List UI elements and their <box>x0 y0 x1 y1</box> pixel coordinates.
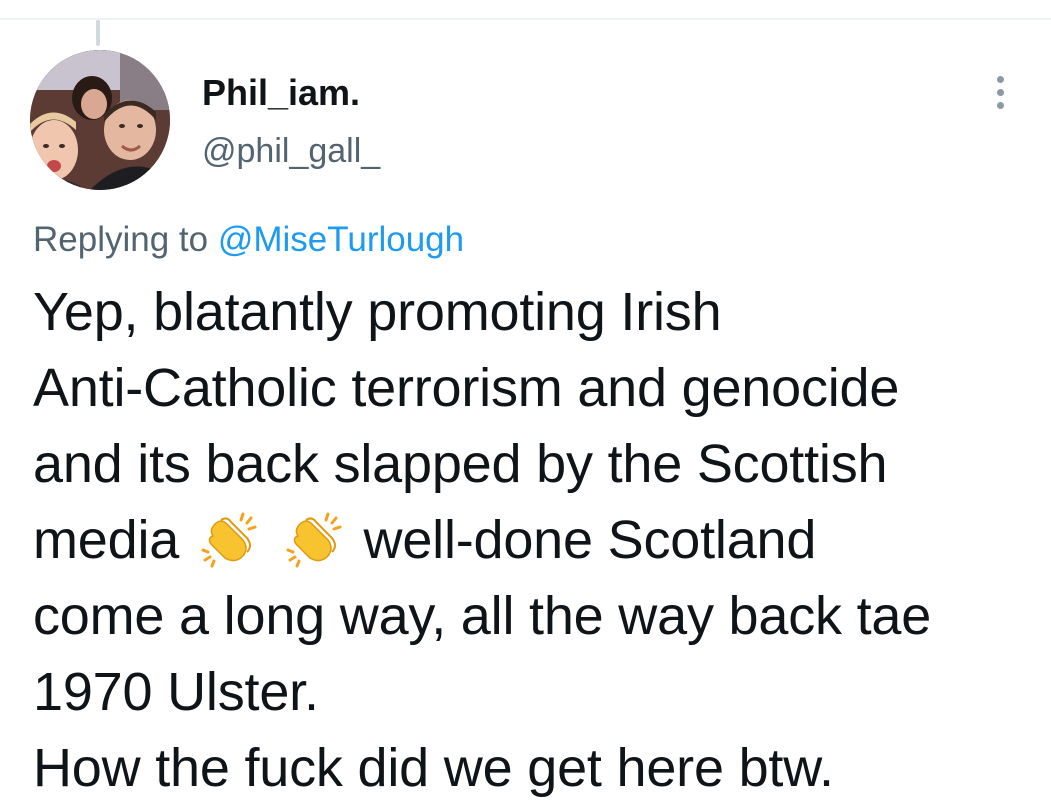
tweet-text-line: Anti-Catholic terrorism and genocide <box>33 358 900 418</box>
top-divider <box>0 18 1051 20</box>
more-vertical-icon <box>996 101 1004 109</box>
profile-photo-icon <box>30 50 170 190</box>
more-vertical-icon <box>996 75 1004 83</box>
tweet-page: Phil_iam. @phil_gall_ Replying to @MiseT… <box>0 0 1051 800</box>
tweet-text-line: and its back slapped by the Scottish <box>33 434 888 494</box>
tweet-text: Yep, blatantly promoting Irish Anti-Cath… <box>33 274 1033 800</box>
clapping-hands-icon <box>282 510 346 568</box>
replying-to: Replying to @MiseTurlough <box>33 220 464 260</box>
thread-connector-line <box>96 20 100 46</box>
replying-to-label: Replying to <box>33 220 209 259</box>
reply-handle-link[interactable]: @MiseTurlough <box>218 220 464 259</box>
tweet-text-line: media well-done Scotland <box>33 502 1033 578</box>
tweet-text-fragment: well-done Scotland <box>363 510 817 570</box>
more-options-button[interactable] <box>978 62 1022 122</box>
tweet-text-line: How the fuck did we get here btw. <box>33 738 834 798</box>
author-display-name[interactable]: Phil_iam. <box>202 72 360 114</box>
tweet-text-line: come a long way, all the way back tae <box>33 586 932 646</box>
clapping-hands-icon <box>197 510 261 568</box>
more-vertical-icon <box>996 88 1004 96</box>
tweet-text-line: 1970 Ulster. <box>33 662 319 722</box>
tweet-text-line: Yep, blatantly promoting Irish <box>33 282 722 342</box>
tweet-text-fragment: media <box>33 510 180 570</box>
avatar[interactable] <box>30 50 170 190</box>
author-handle[interactable]: @phil_gall_ <box>202 132 380 171</box>
